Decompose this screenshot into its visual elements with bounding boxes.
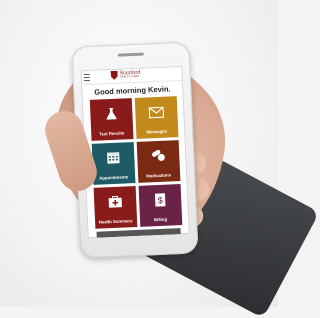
tile-billing[interactable]: $ Billing (138, 184, 182, 227)
envelope-icon (148, 105, 164, 124)
tile-label: Billing (153, 216, 168, 223)
tile-label: Appointments (99, 174, 129, 181)
logo-subtitle: HEALTH CARE (119, 74, 140, 79)
tile-medications[interactable]: Medications (136, 140, 180, 183)
tile-appointments[interactable]: Appointments (91, 142, 135, 185)
phone-speaker (117, 52, 144, 57)
shield-icon (111, 71, 118, 80)
flask-icon (104, 107, 119, 127)
tile-test-results[interactable]: Test Results (89, 98, 134, 141)
app-logo: Stanford HEALTH CARE (111, 70, 141, 80)
dollar-bill-icon: $ (154, 193, 166, 212)
menu-icon[interactable] (83, 73, 90, 82)
tile-label: Test Results (99, 130, 125, 137)
phone-screen: Stanford HEALTH CARE Good morning Kevin.… (80, 65, 190, 239)
bottom-bar (96, 228, 181, 238)
tile-label: Medications (146, 172, 172, 179)
tile-grid: Test Results Messages Appointments Medic… (82, 96, 190, 229)
tile-messages[interactable]: Messages (134, 96, 178, 139)
tile-health-summary[interactable]: Health Summary (93, 186, 137, 229)
photo: Stanford HEALTH CARE Good morning Kevin.… (0, 0, 320, 318)
pills-icon (150, 149, 166, 168)
tile-label: Messages (146, 128, 168, 135)
calendar-icon (106, 151, 120, 170)
first-aid-kit-icon (107, 195, 122, 214)
tile-label: Health Summary (98, 218, 133, 225)
svg-text:$: $ (157, 195, 162, 205)
